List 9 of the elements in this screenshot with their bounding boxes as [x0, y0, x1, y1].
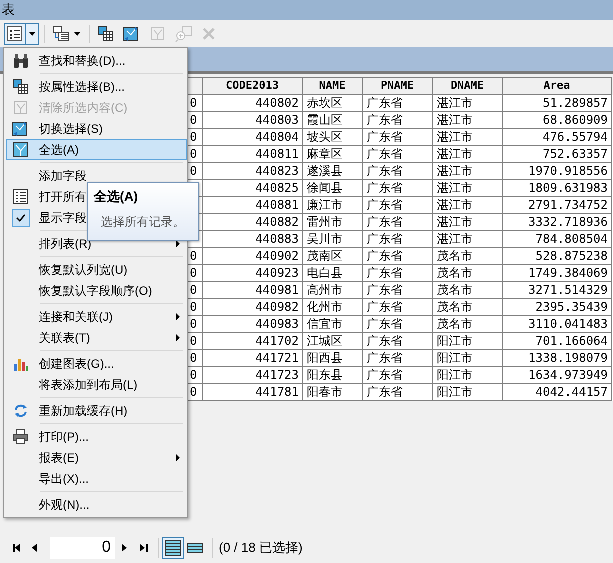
table-cell: 阳江市: [433, 384, 503, 401]
window-title: 表: [2, 1, 15, 20]
selection-count: (0 / 18 已选择): [219, 539, 303, 558]
table-cell: 441781: [203, 384, 303, 401]
table-cell: 4042.44157: [503, 384, 612, 401]
tooltip-title: 全选(A): [94, 188, 140, 206]
table-cell: 广东省: [363, 384, 433, 401]
table-cell: 阳春市: [303, 384, 363, 401]
tooltip-text: 选择所有记录。: [100, 214, 186, 230]
